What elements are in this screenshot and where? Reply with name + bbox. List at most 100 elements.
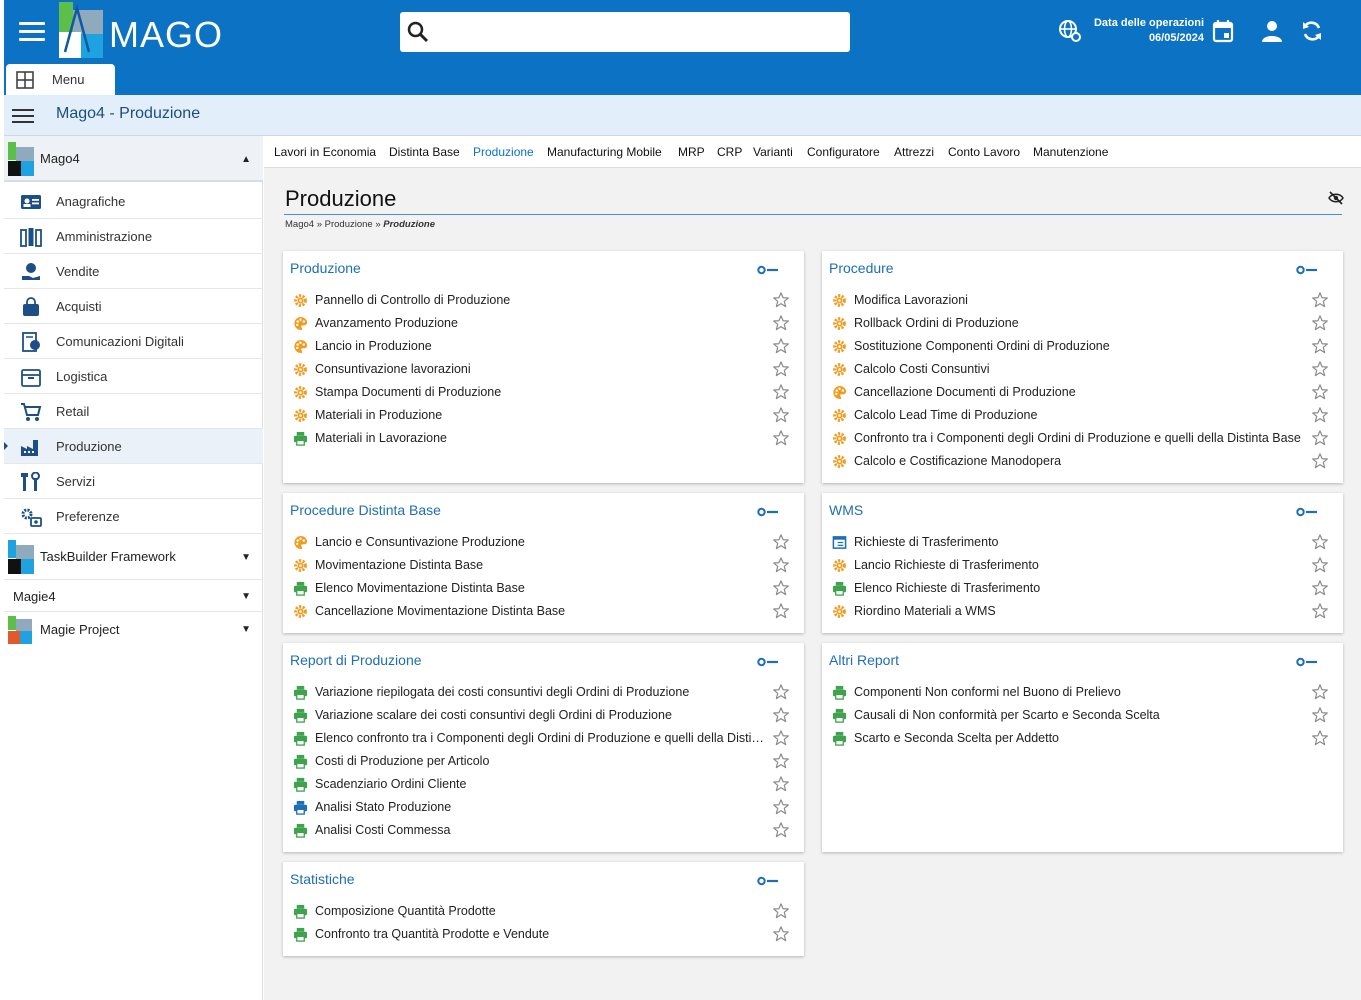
caret-down-icon[interactable]: ▼	[241, 552, 251, 563]
menu-item[interactable]: Stampa Documenti di Produzione	[283, 381, 804, 404]
sidebar-group-magie4[interactable]: Magie4 ▼	[4, 580, 263, 612]
calendar-icon[interactable]	[1212, 19, 1234, 43]
menu-item[interactable]: Lancio in Produzione	[283, 335, 804, 358]
menu-item[interactable]: Rollback Ordini di Produzione	[822, 312, 1343, 335]
favorite-star-icon[interactable]	[772, 337, 790, 355]
user-icon[interactable]	[1260, 19, 1284, 43]
menu-item[interactable]: Elenco Movimentazione Distinta Base	[283, 577, 804, 600]
favorite-star-icon[interactable]	[772, 706, 790, 724]
sidebar-item-amministrazione[interactable]: Amministrazione	[4, 219, 263, 254]
menu-item[interactable]: Sostituzione Componenti Ordini di Produz…	[822, 335, 1343, 358]
sidebar-item-preferenze[interactable]: Preferenze	[4, 499, 263, 534]
operation-date[interactable]: Data delle operazioni 06/05/2024	[1084, 16, 1204, 46]
menu-item[interactable]: Scarto e Seconda Scelta per Addetto	[822, 727, 1343, 750]
menu-item[interactable]: Variazione riepilogata dei costi consunt…	[283, 681, 804, 704]
sidebar-item-logistica[interactable]: Logistica	[4, 359, 263, 394]
favorite-star-icon[interactable]	[772, 729, 790, 747]
favorite-star-icon[interactable]	[772, 798, 790, 816]
favorite-star-icon[interactable]	[772, 579, 790, 597]
favorite-star-icon[interactable]	[1311, 291, 1329, 309]
tab-manufacturing-mobile[interactable]: Manufacturing Mobile	[547, 145, 662, 159]
collapse-toggle-icon[interactable]	[1296, 505, 1318, 517]
favorite-star-icon[interactable]	[772, 291, 790, 309]
favorite-star-icon[interactable]	[1311, 556, 1329, 574]
favorite-star-icon[interactable]	[772, 683, 790, 701]
sidebar-group-magie-project[interactable]: Magie Project ▼	[4, 612, 263, 648]
refresh-icon[interactable]	[1300, 19, 1324, 43]
caret-up-icon[interactable]: ▲	[241, 154, 251, 165]
favorite-star-icon[interactable]	[772, 602, 790, 620]
sidebar-group-mago4[interactable]: Mago4 ▲	[4, 136, 263, 182]
tab-lavori-in-economia[interactable]: Lavori in Economia	[274, 145, 376, 159]
sidebar-toggle-icon[interactable]	[12, 109, 34, 123]
menu-item[interactable]: Avanzamento Produzione	[283, 312, 804, 335]
menu-tab[interactable]: Menu	[6, 64, 115, 95]
sidebar-item-comunicazioni-digitali[interactable]: Comunicazioni Digitali	[4, 324, 263, 359]
favorite-star-icon[interactable]	[1311, 602, 1329, 620]
menu-item[interactable]: Pannello di Controllo di Produzione	[283, 289, 804, 312]
menu-item[interactable]: Riordino Materiali a WMS	[822, 600, 1343, 623]
favorite-star-icon[interactable]	[1311, 729, 1329, 747]
favorite-star-icon[interactable]	[1311, 360, 1329, 378]
favorite-star-icon[interactable]	[1311, 706, 1329, 724]
favorite-star-icon[interactable]	[1311, 452, 1329, 470]
search-box[interactable]	[400, 12, 850, 52]
favorite-star-icon[interactable]	[772, 533, 790, 551]
collapse-toggle-icon[interactable]	[757, 263, 779, 275]
menu-item[interactable]: Analisi Costi Commessa	[283, 819, 804, 842]
tab-varianti[interactable]: Varianti	[753, 145, 793, 159]
collapse-toggle-icon[interactable]	[757, 505, 779, 517]
favorite-star-icon[interactable]	[1311, 337, 1329, 355]
favorite-star-icon[interactable]	[772, 752, 790, 770]
caret-down-icon[interactable]: ▼	[241, 624, 251, 635]
menu-item[interactable]: Materiali in Produzione	[283, 404, 804, 427]
menu-item[interactable]: Richieste di Trasferimento	[822, 531, 1343, 554]
tab-crp[interactable]: CRP	[717, 145, 742, 159]
favorite-star-icon[interactable]	[772, 429, 790, 447]
menu-item[interactable]: Cancellazione Documenti di Produzione	[822, 381, 1343, 404]
tab-attrezzi[interactable]: Attrezzi	[894, 145, 934, 159]
caret-down-icon[interactable]: ▼	[241, 591, 251, 602]
search-input[interactable]	[440, 12, 840, 52]
favorite-star-icon[interactable]	[1311, 314, 1329, 332]
menu-item[interactable]: Confronto tra i Componenti degli Ordini …	[822, 427, 1343, 450]
collapse-toggle-icon[interactable]	[757, 655, 779, 667]
sidebar-item-produzione[interactable]: Produzione	[4, 429, 263, 464]
eye-off-icon[interactable]	[1328, 191, 1344, 205]
breadcrumb-item[interactable]: Mago4	[285, 219, 314, 230]
menu-item[interactable]: Causali di Non conformità per Scarto e S…	[822, 704, 1343, 727]
favorite-star-icon[interactable]	[772, 775, 790, 793]
globe-settings-icon[interactable]	[1058, 19, 1082, 43]
menu-item[interactable]: Componenti Non conformi nel Buono di Pre…	[822, 681, 1343, 704]
favorite-star-icon[interactable]	[1311, 579, 1329, 597]
menu-item[interactable]: Lancio Richieste di Trasferimento	[822, 554, 1343, 577]
menu-item[interactable]: Scadenziario Ordini Cliente	[283, 773, 804, 796]
breadcrumb-item[interactable]: Produzione	[325, 219, 373, 230]
favorite-star-icon[interactable]	[772, 556, 790, 574]
menu-item[interactable]: Calcolo Costi Consuntivi	[822, 358, 1343, 381]
menu-item[interactable]: Analisi Stato Produzione	[283, 796, 804, 819]
favorite-star-icon[interactable]	[1311, 683, 1329, 701]
collapse-toggle-icon[interactable]	[757, 874, 779, 886]
menu-item[interactable]: Movimentazione Distinta Base	[283, 554, 804, 577]
favorite-star-icon[interactable]	[772, 821, 790, 839]
menu-item[interactable]: Composizione Quantità Prodotte	[283, 900, 804, 923]
menu-item[interactable]: Calcolo Lead Time di Produzione	[822, 404, 1343, 427]
favorite-star-icon[interactable]	[1311, 383, 1329, 401]
menu-item[interactable]: Variazione scalare dei costi consuntivi …	[283, 704, 804, 727]
sidebar-group-taskbuilder[interactable]: TaskBuilder Framework ▼	[4, 534, 263, 580]
sidebar-item-vendite[interactable]: Vendite	[4, 254, 263, 289]
menu-item[interactable]: Calcolo e Costificazione Manodopera	[822, 450, 1343, 473]
favorite-star-icon[interactable]	[772, 925, 790, 943]
tab-manutenzione[interactable]: Manutenzione	[1033, 145, 1108, 159]
menu-item[interactable]: Costi di Produzione per Articolo	[283, 750, 804, 773]
tab-mrp[interactable]: MRP	[678, 145, 705, 159]
menu-item[interactable]: Elenco confronto tra i Componenti degli …	[283, 727, 804, 750]
favorite-star-icon[interactable]	[772, 314, 790, 332]
tab-distinta-base[interactable]: Distinta Base	[389, 145, 460, 159]
favorite-star-icon[interactable]	[772, 406, 790, 424]
tab-configuratore[interactable]: Configuratore	[807, 145, 880, 159]
menu-item[interactable]: Elenco Richieste di Trasferimento	[822, 577, 1343, 600]
tab-conto-lavoro[interactable]: Conto Lavoro	[948, 145, 1020, 159]
sidebar-item-retail[interactable]: Retail	[4, 394, 263, 429]
